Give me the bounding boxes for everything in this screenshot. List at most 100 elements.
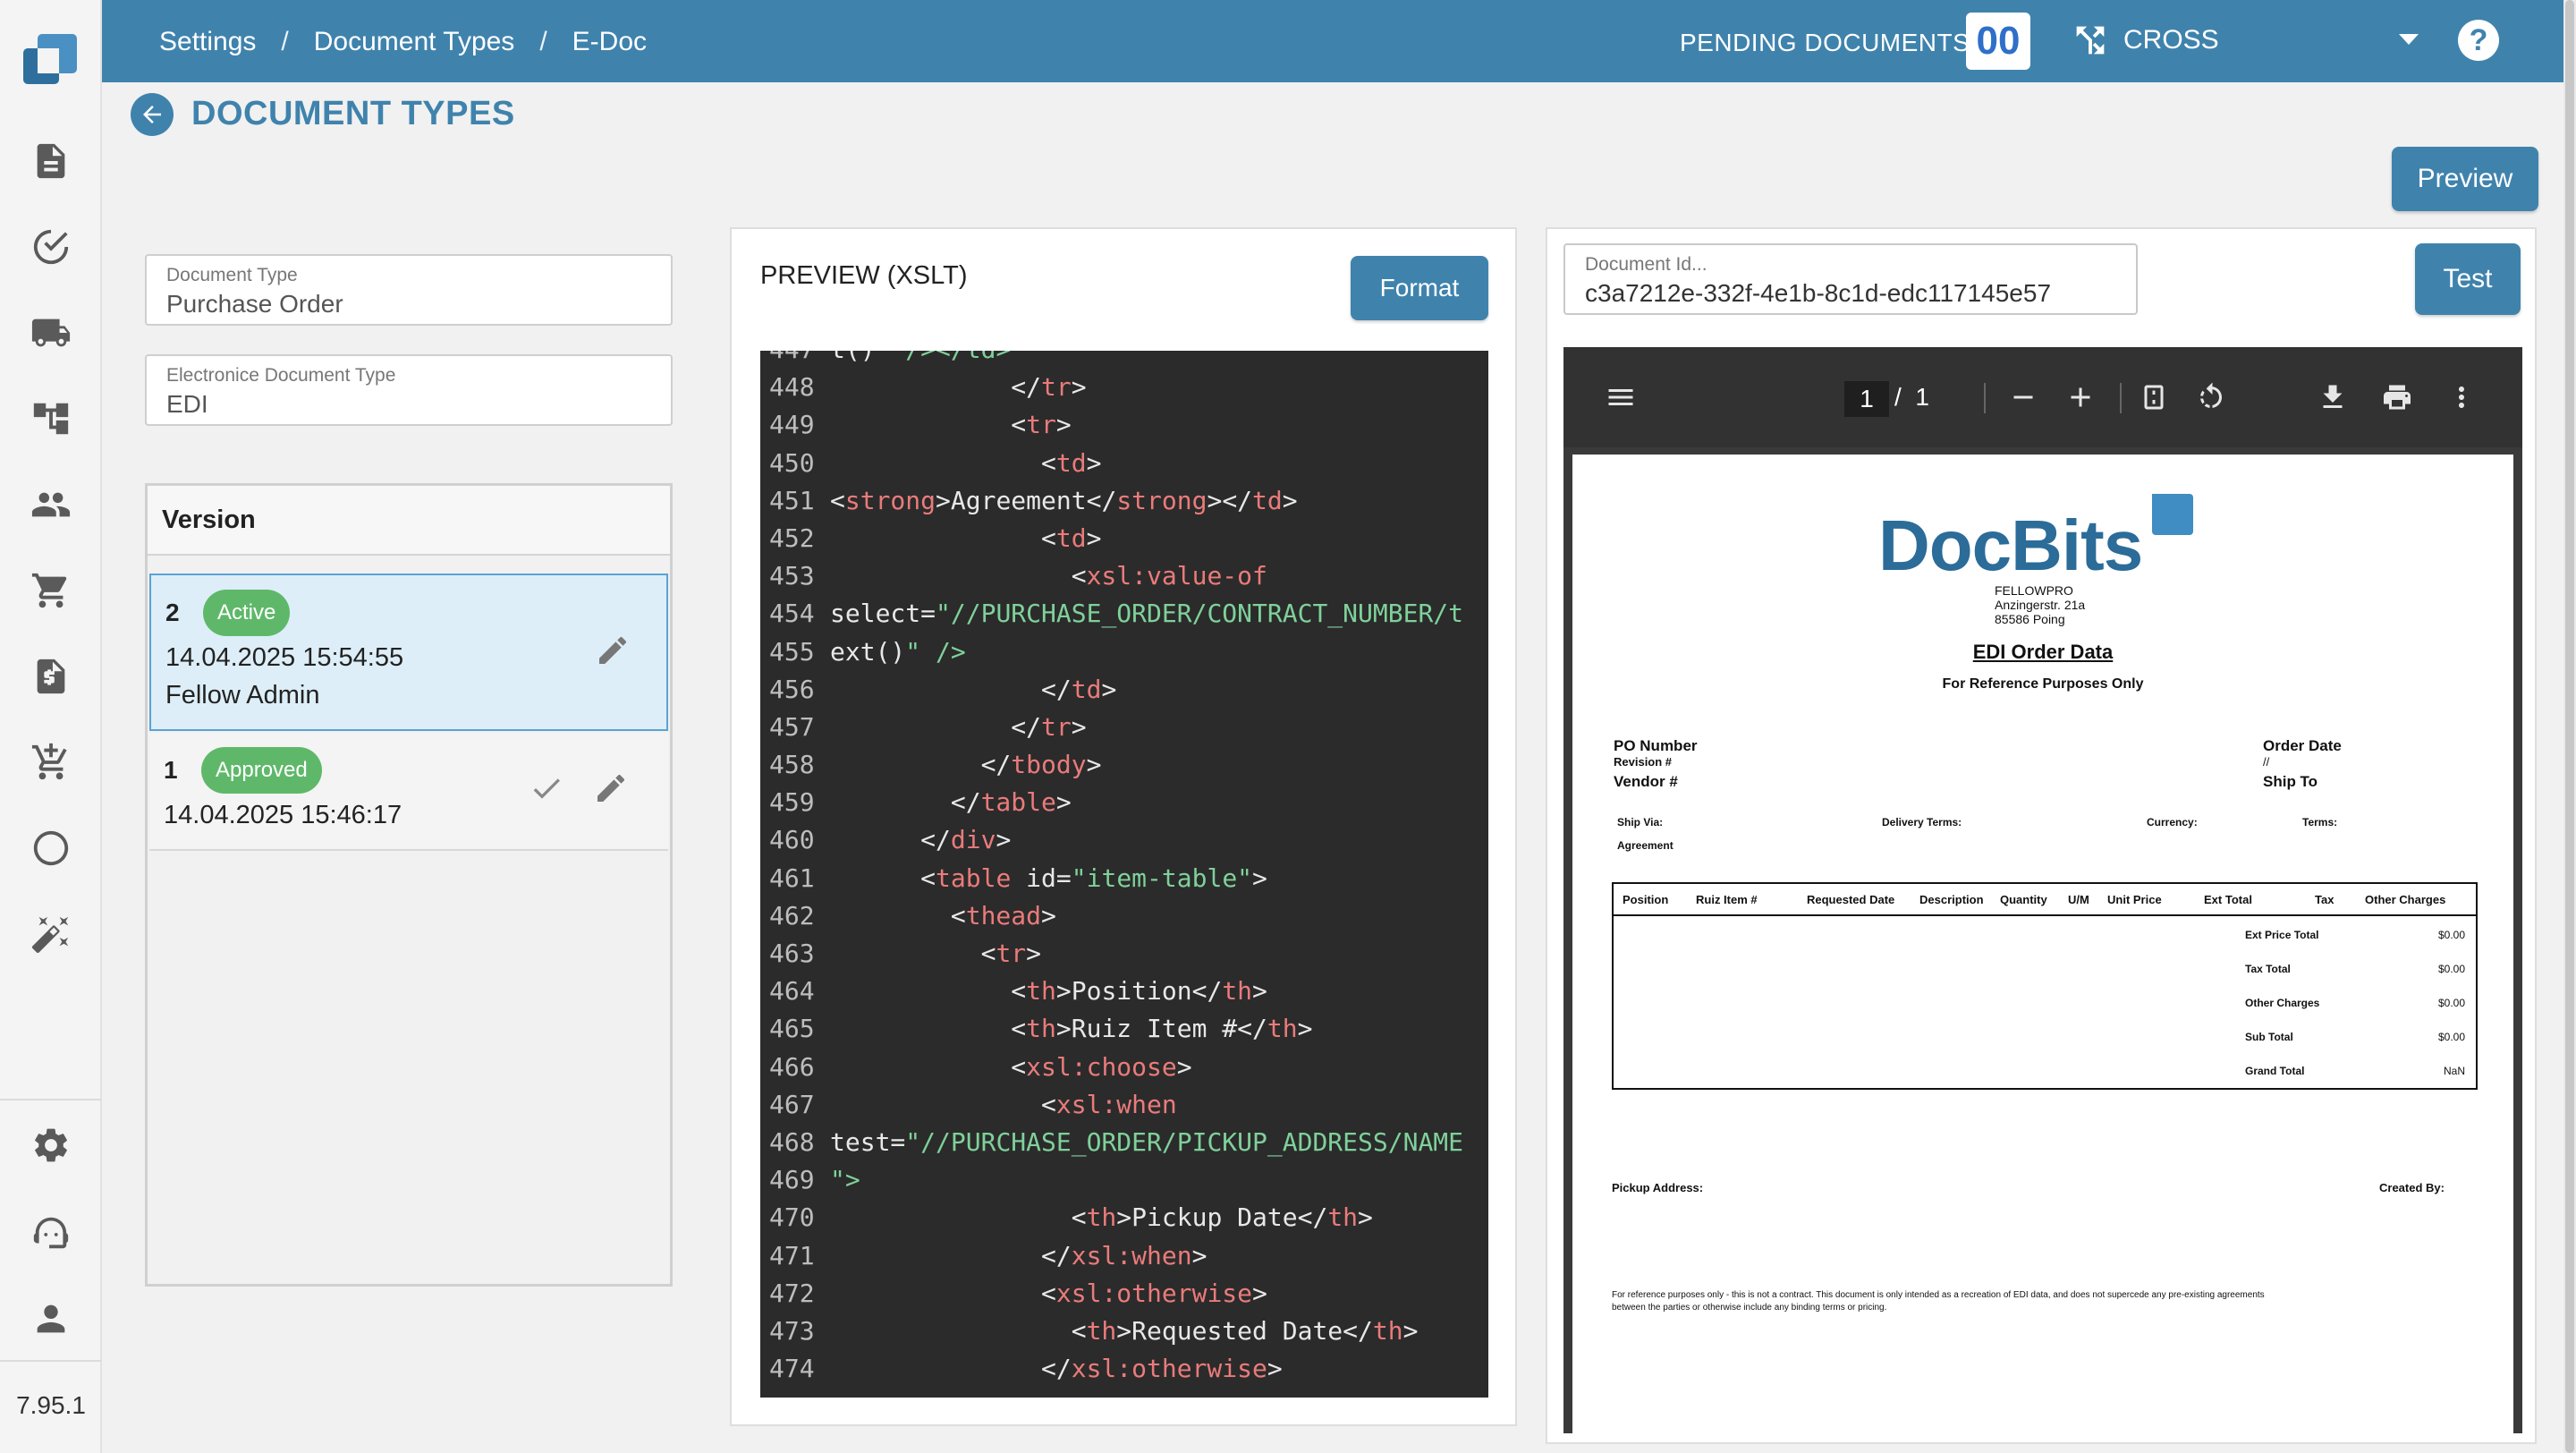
approval-check-icon[interactable] — [26, 222, 76, 272]
pending-documents-count[interactable]: 00 — [1966, 13, 2030, 70]
ship-to-label: Ship To — [2263, 773, 2318, 790]
sidebar: 7.95.1 — [0, 0, 102, 1453]
code-line: 462 <thead> — [760, 897, 1488, 935]
version-number: 2 — [165, 599, 180, 626]
column-header: Other Charges — [2365, 893, 2446, 906]
toolbar-divider — [1984, 383, 1986, 413]
app-logo-icon[interactable] — [21, 32, 79, 89]
line-number: 473 — [769, 1315, 815, 1346]
breadcrumb-separator: / — [281, 27, 289, 56]
code-line: 448 </tr> — [760, 369, 1488, 406]
document-type-field[interactable]: Document Type Purchase Order — [145, 254, 673, 326]
line-number: 464 — [769, 976, 815, 1007]
company-street: Anzingerstr. 21a — [1995, 598, 2086, 612]
pdf-viewer[interactable]: 1 / 1 DocBits FELLOWPRO Anzingerstr. 21a… — [1563, 347, 2522, 1433]
line-number: 459 — [769, 787, 815, 818]
agreement-label: Agreement — [1617, 839, 1674, 852]
documents-icon[interactable] — [26, 136, 76, 186]
magic-wand-icon[interactable] — [26, 909, 76, 959]
app-version: 7.95.1 — [16, 1391, 86, 1419]
code-text: <th>Position</th> — [830, 976, 1267, 1007]
xslt-preview-panel: PREVIEW (XSLT) Format 447t()" /></td>448… — [730, 227, 1517, 1426]
version-row-2[interactable]: 2 Active 14.04.2025 15:54:55 Fellow Admi… — [149, 574, 668, 731]
code-text: </table> — [830, 787, 1072, 818]
test-preview-panel: Document Id... c3a7212e-332f-4e1b-8c1d-e… — [1546, 227, 2537, 1444]
pdf-page-input[interactable]: 1 — [1844, 381, 1889, 417]
vendor-label: Vendor # — [1614, 773, 1678, 790]
invoice-icon[interactable] — [26, 651, 76, 701]
line-number: 474 — [769, 1354, 815, 1384]
pdf-toolbar: 1 / 1 — [1563, 347, 2522, 447]
code-text: </tbody> — [830, 750, 1102, 780]
zoom-out-icon[interactable] — [2007, 381, 2039, 413]
terms-label: Terms: — [2302, 816, 2338, 828]
code-text: </xsl:otherwise> — [830, 1354, 1283, 1384]
version-user: Fellow Admin — [165, 681, 320, 710]
pdf-heading: EDI Order Data — [1972, 641, 2114, 663]
line-number: 466 — [769, 1051, 815, 1082]
order-date-value: // — [2263, 755, 2270, 769]
column-header: Requested Date — [1807, 893, 1895, 906]
code-line: 456 </td> — [760, 671, 1488, 709]
user-profile-icon[interactable] — [26, 1294, 76, 1344]
code-text: <td> — [830, 447, 1102, 478]
fit-page-icon[interactable] — [2138, 381, 2170, 413]
line-number: 453 — [769, 561, 815, 591]
code-line: 473 <th>Requested Date</th> — [760, 1313, 1488, 1350]
download-icon[interactable] — [2317, 381, 2349, 413]
zoom-in-icon[interactable] — [2064, 381, 2097, 413]
version-timestamp: 14.04.2025 15:46:17 — [164, 801, 402, 829]
docbits-logo: DocBits — [1878, 505, 2143, 587]
edoc-type-field[interactable]: Electronice Document Type EDI — [145, 354, 673, 426]
code-line: 472 <xsl:otherwise> — [760, 1275, 1488, 1313]
code-line: 450 <td> — [760, 445, 1488, 482]
help-icon[interactable]: ? — [2458, 20, 2499, 61]
code-text: </div> — [830, 825, 1012, 855]
shipping-truck-icon[interactable] — [26, 308, 76, 358]
print-icon[interactable] — [2381, 381, 2413, 413]
menu-icon[interactable] — [1605, 381, 1637, 413]
pdf-total-pages: 1 — [1915, 383, 1929, 411]
shopping-cart-icon[interactable] — [26, 565, 76, 616]
users-group-icon[interactable] — [26, 480, 76, 530]
total-value: $0.00 — [2437, 963, 2465, 975]
preview-button[interactable]: Preview — [2392, 147, 2538, 211]
code-line: 447t()" /></td> — [760, 351, 1488, 369]
support-agent-icon[interactable] — [26, 1208, 76, 1258]
code-text: <xsl:choose> — [830, 1051, 1192, 1082]
page-scrollbar[interactable] — [2565, 0, 2574, 1453]
add-to-cart-icon[interactable] — [26, 737, 76, 787]
test-button[interactable]: Test — [2415, 243, 2521, 315]
edit-pencil-icon[interactable] — [595, 633, 631, 668]
column-header: Tax — [2315, 893, 2334, 906]
xslt-code-editor[interactable]: 447t()" /></td>448 </tr>449 <tr>450 <td>… — [760, 351, 1488, 1398]
format-button[interactable]: Format — [1351, 256, 1488, 320]
workflow-tree-icon[interactable] — [26, 394, 76, 444]
breadcrumb-settings[interactable]: Settings — [159, 27, 256, 57]
code-line: 460 </div> — [760, 821, 1488, 859]
xslt-panel-title: PREVIEW (XSLT) — [760, 261, 968, 290]
approve-check-icon[interactable] — [529, 770, 564, 806]
back-button[interactable] — [131, 93, 174, 136]
integration-icon[interactable] — [26, 823, 76, 873]
more-options-icon[interactable] — [2445, 381, 2478, 413]
column-header: Description — [1919, 893, 1984, 906]
document-id-label: Document Id... — [1585, 254, 1707, 275]
code-line: 469 "> — [760, 1161, 1488, 1199]
organization-selector[interactable]: CROSS — [2123, 25, 2219, 55]
top-bar: Settings / Document Types / E-Doc PENDIN… — [102, 0, 2563, 82]
line-number: 451 — [769, 485, 815, 515]
rotate-icon[interactable] — [2195, 381, 2227, 413]
code-line: 454 select="//PURCHASE_ORDER/CONTRACT_NUM… — [760, 595, 1488, 633]
chevron-down-icon[interactable] — [2399, 34, 2419, 45]
document-id-input[interactable]: Document Id... c3a7212e-332f-4e1b-8c1d-e… — [1563, 243, 2138, 315]
disclaimer-line-1: For reference purposes only - this is no… — [1612, 1290, 2265, 1300]
version-list: Version 2 Active 14.04.2025 15:54:55 Fel… — [145, 483, 673, 1287]
code-text: <tr> — [830, 410, 1072, 440]
code-text: <th>Ruiz Item #</th> — [830, 1014, 1313, 1044]
settings-gear-icon[interactable] — [26, 1120, 76, 1170]
breadcrumb-document-types[interactable]: Document Types — [314, 27, 515, 57]
edit-pencil-icon[interactable] — [593, 770, 629, 806]
code-text: select="//PURCHASE_ORDER/CONTRACT_NUMBER… — [830, 599, 1464, 629]
version-row-1[interactable]: 1 Approved 14.04.2025 15:46:17 — [149, 733, 668, 851]
